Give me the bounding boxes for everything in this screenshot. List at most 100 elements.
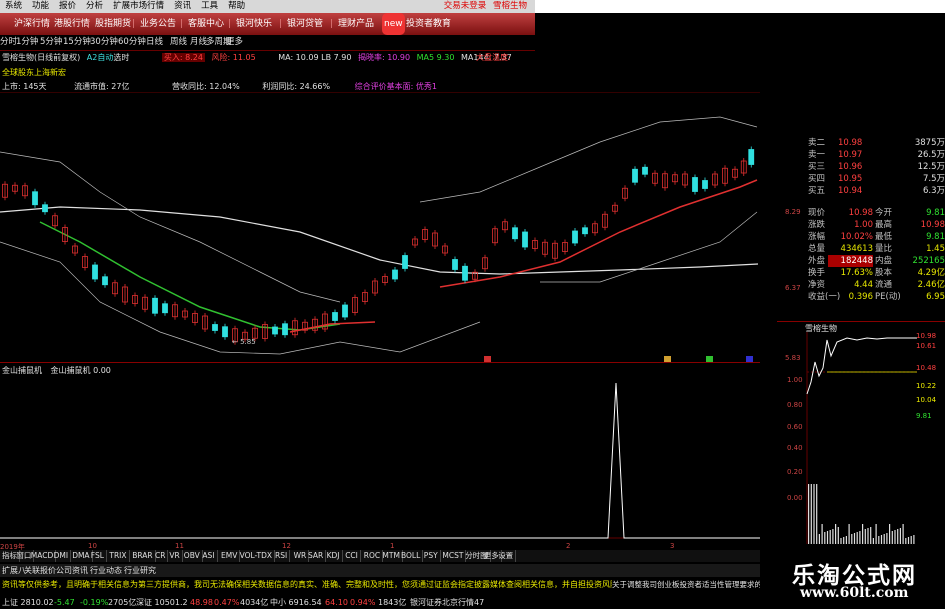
indicator-tab-17[interactable]: KDJ: [325, 550, 343, 562]
menu-item-2[interactable]: 报价: [54, 0, 81, 13]
period-tab-10[interactable]: 更多: [226, 36, 243, 49]
mini-volume-bar: [808, 484, 810, 544]
period-tab-4[interactable]: 30分钟: [90, 36, 118, 49]
date-label-1: 10: [88, 542, 97, 550]
menu-item-6[interactable]: 工具: [196, 0, 223, 13]
quote-stat-value: 17.63%: [840, 268, 873, 278]
mini-price-level: 10.22: [916, 382, 937, 390]
news-tab-2[interactable]: 公司资讯: [56, 564, 88, 577]
candle-body: [162, 303, 168, 314]
sz-change: 48.98: [190, 598, 213, 607]
order-book-row[interactable]: 买四 10.95 7.5万: [760, 173, 945, 185]
order-book-row[interactable]: 买三 10.96 12.5万: [760, 161, 945, 173]
mini-volume-bar: [824, 532, 826, 544]
news-tab-3[interactable]: 行业动态: [90, 564, 122, 577]
indicator-name[interactable]: 金山捕鼠机: [2, 366, 42, 375]
indicator-tab-8[interactable]: CR: [153, 550, 169, 562]
current-stock-name[interactable]: 雪榕生物: [493, 1, 527, 11]
mini-volume-bar: [826, 531, 829, 544]
nav-sep: |: [132, 19, 136, 29]
intraday-price-line: [806, 337, 917, 395]
period-tab-1[interactable]: 1分钟: [16, 36, 38, 49]
sub-axis-level: 0.80: [787, 401, 803, 409]
ticker-text[interactable]: 资讯等仅供参考，且明确于相关信息为第三方提供商，我司无法确保相关数据信息的真实、…: [2, 578, 626, 591]
indicator-tab-3[interactable]: DMI: [52, 550, 72, 562]
indicator-tab-14[interactable]: RSI: [273, 550, 291, 562]
nav-item-5[interactable]: 银河快乐: [236, 13, 272, 35]
menu-item-4[interactable]: 扩展市场行情: [108, 0, 169, 13]
nav-item-6[interactable]: 银河贷管: [287, 13, 323, 35]
indicator-tab-9[interactable]: VR: [167, 550, 183, 562]
order-book-row[interactable]: 买五 10.94 6.3万: [760, 185, 945, 197]
boll-upper-2: [419, 116, 758, 203]
order-book-row[interactable]: 卖一 10.97 26.5万: [760, 149, 945, 161]
menu-item-0[interactable]: 系统: [0, 0, 27, 13]
news-tab-1[interactable]: 关联报价: [24, 564, 56, 577]
profit-yoy: 利润同比: 24.66%: [262, 82, 331, 91]
quote-stat-label: 涨幅: [808, 232, 826, 242]
kline-chart[interactable]: [0, 92, 760, 362]
nav-item-7[interactable]: 理财产品: [338, 13, 374, 35]
menu-item-7[interactable]: 帮助: [223, 0, 250, 13]
news-tab-4[interactable]: 行业研究: [124, 564, 156, 577]
period-tab-0[interactable]: 分时: [0, 36, 17, 49]
quote-stat-row: 现价 10.98 今开 9.81: [760, 207, 945, 219]
mini-volume-bar: [872, 538, 874, 544]
sh-index[interactable]: 上证 2810.02: [2, 596, 54, 609]
quote-stat-value: 10.98: [848, 208, 873, 218]
order-book-price: 10.97: [838, 150, 863, 160]
indicator-tab-7[interactable]: BRAR: [130, 550, 156, 562]
indicator-tab-5[interactable]: FSL: [89, 550, 107, 562]
indicator-chart[interactable]: [0, 375, 760, 547]
period-tab-6[interactable]: 日线: [146, 36, 163, 49]
quote-stat-label: 换手: [808, 268, 826, 278]
period-tab-8[interactable]: 月线: [190, 36, 207, 49]
indicator-tab-11[interactable]: ASI: [200, 550, 218, 562]
indicator-tab-21[interactable]: BOLL: [399, 550, 424, 562]
candle-body: [272, 326, 278, 335]
indicator-tabs: 指标 窗口 MACD DMI DMA FSL TRIX BRAR CR VR OBV ASI EMV VO…: [0, 550, 760, 562]
mini-volume-bar: [899, 528, 901, 544]
sz-index[interactable]: 深证 10501.2: [136, 596, 188, 609]
period-tab-5[interactable]: 60分钟: [118, 36, 146, 49]
sh-change: -5.47: [54, 598, 75, 607]
buy-signal: 买入: 8.24: [161, 53, 205, 62]
broker-server[interactable]: 银河证券北京行情47: [410, 596, 484, 609]
candle-body: [512, 227, 518, 240]
nav-item-0[interactable]: 沪深行情: [14, 13, 50, 35]
nav-item-1[interactable]: 港股行情: [54, 13, 90, 35]
ticker-2-text[interactable]: 关于调整我司创业板投资者适当性管理要求的公告: [612, 580, 760, 589]
ma-val3: MA5 9.30: [416, 53, 455, 62]
candle-body: [702, 180, 708, 189]
nav-bar: 沪深行情|港股行情|股指期货|业务公告|客服中心|银河快乐|银河贷管|理财产品|…: [0, 13, 535, 35]
period-tab-3[interactable]: 15分钟: [63, 36, 91, 49]
mini-volume-bar: [853, 533, 856, 544]
menu-item-5[interactable]: 资讯: [169, 0, 196, 13]
period-tab-2[interactable]: 5分钟: [40, 36, 62, 49]
nav-item-3[interactable]: 业务公告: [140, 13, 176, 35]
indicator-tab-22[interactable]: PSY: [422, 550, 441, 562]
news-tab-0[interactable]: 扩展八: [2, 564, 26, 577]
candle-body: [152, 297, 158, 314]
indicator-tab-13[interactable]: VOL-TDX: [238, 550, 276, 562]
sub-axis-level: 0.00: [787, 494, 803, 502]
indicator-tab-26[interactable]: 设置: [496, 550, 517, 562]
mini-volume-bar: [818, 534, 820, 544]
menu-item-1[interactable]: 功能: [27, 0, 54, 13]
candle-body: [282, 323, 288, 336]
nav-item-2[interactable]: 股指期货: [95, 13, 131, 35]
sme-index[interactable]: 中小 6916.54: [270, 596, 322, 609]
indicator-tab-18[interactable]: CCI: [343, 550, 361, 562]
date-label-4: 1: [390, 542, 395, 550]
indicator-tab-6[interactable]: TRIX: [107, 550, 130, 562]
indicator-tab-16[interactable]: SAR: [306, 550, 327, 562]
period-tab-7[interactable]: 周线: [170, 36, 187, 49]
date-label-2: 11: [175, 542, 184, 550]
quote-stat-row: 外盘 182448 内盘 252165: [760, 255, 945, 267]
menu-item-3[interactable]: 分析: [81, 0, 108, 13]
quote-stat-value-2: 6.95: [926, 292, 945, 302]
order-book-row[interactable]: 卖二 10.98 3875万: [760, 137, 945, 149]
nav-item-4[interactable]: 客服中心: [188, 13, 224, 35]
quote-stat-row: 涨跌 1.00 最高 10.98: [760, 219, 945, 231]
nav-item-8[interactable]: 投资者教育: [406, 13, 451, 35]
